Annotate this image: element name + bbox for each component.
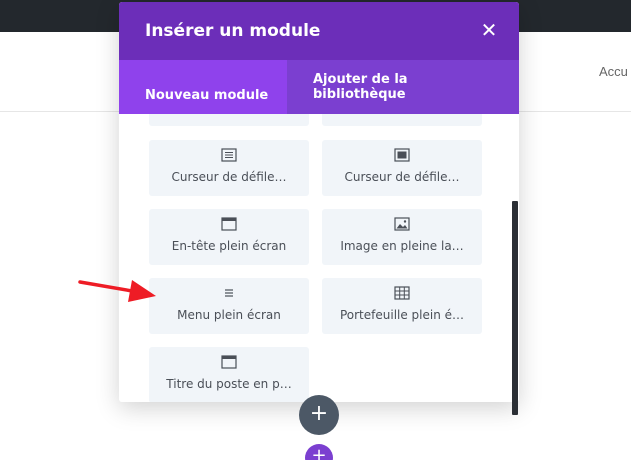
modal-title: Insérer un module (145, 21, 321, 41)
add-row-button[interactable]: + (305, 444, 333, 460)
plus-icon: + (311, 445, 327, 460)
module-card-fullwidth-image[interactable]: Image en pleine la… (322, 209, 482, 265)
module-grid: Curseur de défile… Curseur de défile… En… (119, 114, 519, 402)
close-icon: ✕ (480, 18, 498, 42)
module-card[interactable] (322, 114, 482, 126)
nav-link-accueil[interactable]: Accu (599, 64, 628, 79)
tab-add-from-library[interactable]: Ajouter de la bibliothèque (287, 60, 519, 114)
insert-module-modal: Insérer un module ✕ Nouveau module Ajout… (119, 2, 519, 402)
tab-label: Ajouter de la bibliothèque (313, 72, 408, 102)
module-card-fullwidth-portfolio[interactable]: Portefeuille plein é… (322, 278, 482, 334)
slider-icon (221, 148, 237, 162)
add-module-button[interactable]: + (299, 395, 339, 435)
header-window-icon (221, 217, 237, 231)
window-icon (221, 355, 237, 369)
tab-new-module[interactable]: Nouveau module (119, 60, 287, 114)
tab-label: Nouveau module (145, 88, 269, 103)
module-label: Portefeuille plein é… (339, 308, 465, 322)
red-arrow-annotation (78, 280, 156, 302)
modal-header: Insérer un module ✕ (119, 2, 519, 60)
plus-icon: + (309, 401, 329, 426)
grid-icon (394, 286, 410, 300)
close-button[interactable]: ✕ (477, 18, 501, 42)
module-card[interactable] (149, 114, 309, 126)
module-label: Curseur de défile… (171, 170, 287, 184)
menu-icon (225, 289, 233, 297)
module-label: Titre du poste en p… (166, 377, 292, 391)
modal-tabs: Nouveau module Ajouter de la bibliothèqu… (119, 60, 519, 114)
module-label: Image en pleine la… (340, 239, 464, 253)
image-slider-icon (394, 148, 410, 162)
module-card-fullwidth-post-title[interactable]: Titre du poste en p… (149, 347, 309, 402)
module-label: Menu plein écran (177, 308, 281, 322)
modal-scrollbar[interactable] (512, 201, 518, 415)
module-card-image-slider[interactable]: Curseur de défile… (322, 140, 482, 196)
image-icon (394, 217, 410, 231)
module-card-fullwidth-header[interactable]: En-tête plein écran (149, 209, 309, 265)
module-label: En-tête plein écran (171, 239, 287, 253)
module-label: Curseur de défile… (344, 170, 460, 184)
module-card-slider[interactable]: Curseur de défile… (149, 140, 309, 196)
module-card-fullwidth-menu[interactable]: Menu plein écran (149, 278, 309, 334)
